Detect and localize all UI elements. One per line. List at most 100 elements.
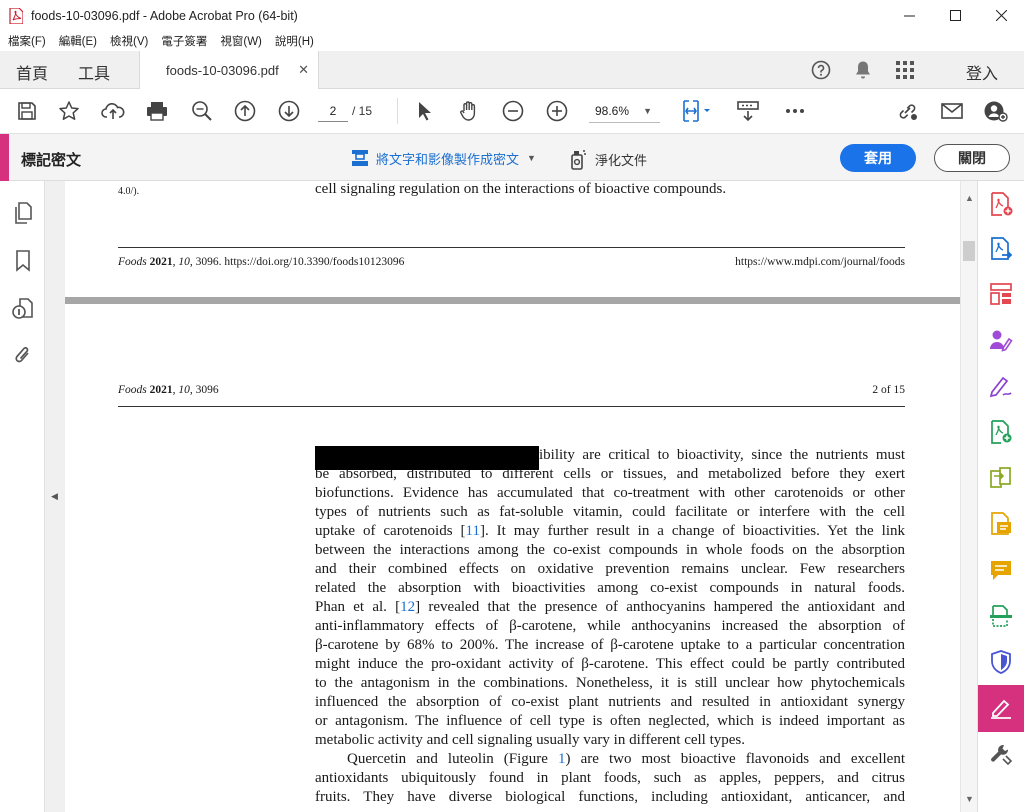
grid-icon <box>896 61 914 79</box>
arrow-up-circle-icon <box>234 100 256 122</box>
menu-view[interactable]: 檢視(V) <box>110 33 148 49</box>
document-view[interactable]: 4.0/). cell signaling regulation on the … <box>65 181 960 812</box>
upload-cloud-button[interactable] <box>100 99 126 123</box>
create-pdf-tool[interactable] <box>988 191 1014 217</box>
apply-button[interactable]: 套用 <box>840 144 916 172</box>
tab-tools[interactable]: 工具 <box>78 60 110 84</box>
scroll-thumb[interactable] <box>963 241 975 261</box>
tab-document-label: foods-10-03096.pdf <box>166 62 279 78</box>
footer-journal: Foods <box>118 256 147 268</box>
collapse-arrow-icon: ◀ <box>51 491 58 501</box>
text-line: Phan et al. [12] revealed that the prese… <box>315 599 905 615</box>
share-link-button[interactable] <box>895 99 921 123</box>
attachments-button[interactable] <box>11 343 35 367</box>
email-button[interactable] <box>939 99 965 123</box>
text-line: influenced the absorption of co-exist pl… <box>315 694 905 710</box>
tab-document[interactable]: foods-10-03096.pdf ✕ <box>139 51 319 89</box>
pages-icon <box>15 202 32 224</box>
zoom-search-button[interactable] <box>189 99 215 123</box>
paperclip-icon <box>15 347 29 363</box>
scan-icon <box>990 605 1012 627</box>
prev-page-footer-url[interactable]: https://www.mdpi.com/journal/foods <box>735 256 905 268</box>
zoom-out-button[interactable] <box>500 99 526 123</box>
page-header-number: 2 of 15 <box>872 384 905 396</box>
mark-text-images-button[interactable]: 將文字和影像製作成密文 ▼ <box>350 148 536 168</box>
scroll-mode-button[interactable] <box>734 99 762 123</box>
edit-pdf-tool[interactable] <box>988 419 1014 445</box>
bookmark-star-button[interactable] <box>56 99 82 123</box>
organize-pages-tool[interactable] <box>988 281 1014 307</box>
fill-sign-tool[interactable] <box>988 373 1014 399</box>
request-signatures-tool[interactable] <box>988 327 1014 353</box>
mark-text-images-label: 將文字和影像製作成密文 <box>376 151 520 167</box>
menu-window[interactable]: 視窗(W) <box>220 33 262 49</box>
zoom-in-button[interactable] <box>544 99 570 123</box>
more-tools-settings[interactable] <box>988 741 1014 767</box>
help-icon <box>811 60 831 80</box>
print-button[interactable] <box>144 99 170 123</box>
body-paragraph-1: ibility are critical to bioactivity, sin… <box>315 446 905 750</box>
export-pdf-tool[interactable] <box>988 236 1014 262</box>
tab-close-button[interactable]: ✕ <box>298 62 309 78</box>
plus-circle-icon <box>546 100 568 122</box>
vertical-scrollbar[interactable]: ▲ ▼ <box>960 181 977 812</box>
left-panel-collapse[interactable]: ◀ <box>45 181 65 812</box>
account-share-button[interactable] <box>983 99 1009 123</box>
header-journal: Foods <box>118 384 147 396</box>
scroll-up-icon[interactable]: ▲ <box>965 193 974 203</box>
notifications-button[interactable] <box>842 59 884 81</box>
menu-file[interactable]: 檔案(F) <box>8 33 46 49</box>
help-button[interactable] <box>800 59 842 81</box>
hand-tool-button[interactable] <box>456 99 482 123</box>
sanitize-document-button[interactable]: 淨化文件 <box>569 148 647 170</box>
maximize-button[interactable] <box>932 0 978 31</box>
acrobat-app-icon <box>9 7 23 24</box>
scroll-down-icon[interactable]: ▼ <box>965 794 974 804</box>
figure-link[interactable]: 1 <box>558 751 566 767</box>
page-thumbnails-button[interactable] <box>11 201 35 225</box>
redact-tool[interactable] <box>988 695 1014 721</box>
redact-pen-icon <box>991 699 1011 719</box>
select-tool-button[interactable] <box>412 99 438 123</box>
citation-link[interactable]: 12 <box>400 599 415 615</box>
close-redact-button[interactable]: 關閉 <box>934 144 1010 172</box>
footer-volume: 10 <box>178 256 190 268</box>
menu-esign[interactable]: 電子簽署 <box>161 33 207 49</box>
save-button[interactable] <box>14 99 40 123</box>
zoom-select[interactable]: 98.6% ▼ <box>589 99 660 123</box>
text-line: uptake of carotenoids [11]. It may furth… <box>315 523 905 539</box>
comment-pdf-tool[interactable] <box>988 511 1014 537</box>
citation-link[interactable]: 11 <box>466 523 480 539</box>
close-window-button[interactable] <box>978 0 1024 31</box>
bookmarks-button[interactable] <box>11 249 35 273</box>
menu-edit[interactable]: 編輯(E) <box>59 33 97 49</box>
wrench-icon <box>991 745 1013 766</box>
text-line: between the interactions among the co-ex… <box>315 542 905 558</box>
next-page-button[interactable] <box>276 99 302 123</box>
layers-info-button[interactable] <box>11 297 35 321</box>
page-number-input[interactable]: 2 <box>318 100 348 122</box>
combine-files-tool[interactable] <box>988 465 1014 491</box>
comment-tool[interactable] <box>988 557 1014 583</box>
save-icon <box>18 102 36 120</box>
tab-home[interactable]: 首頁 <box>16 60 48 84</box>
apps-button[interactable] <box>884 59 926 81</box>
zoom-value: 98.6% <box>595 104 630 118</box>
protect-tool[interactable] <box>988 649 1014 675</box>
redact-title: 標記密文 <box>21 152 82 169</box>
cloud-upload-icon <box>101 103 125 119</box>
text-line: antioxidants ubiquitously found in plant… <box>315 770 905 786</box>
minimize-icon <box>903 15 915 17</box>
minimize-button[interactable] <box>886 0 932 31</box>
page-fit-button[interactable] <box>679 99 715 123</box>
more-tools-button[interactable] <box>782 99 808 123</box>
menu-help[interactable]: 說明(H) <box>275 33 314 49</box>
fit-page-icon <box>683 100 710 122</box>
redaction-mark[interactable] <box>315 446 539 470</box>
signin-button[interactable]: 登入 <box>966 60 998 84</box>
previous-page-button[interactable] <box>232 99 258 123</box>
combine-files-icon <box>990 467 1011 488</box>
scan-ocr-tool[interactable] <box>988 603 1014 629</box>
prev-page-fragment: 4.0/). <box>118 186 140 197</box>
chevron-down-icon: ▼ <box>643 106 652 116</box>
